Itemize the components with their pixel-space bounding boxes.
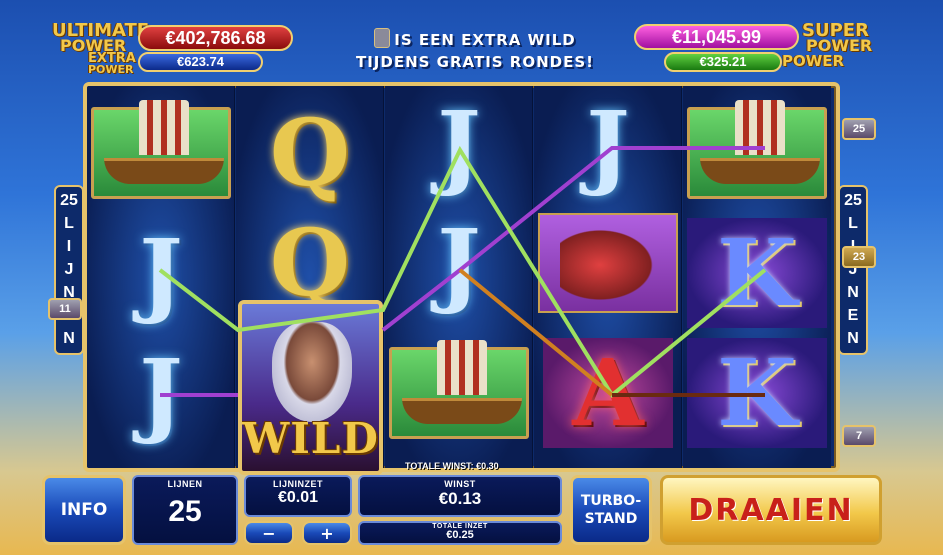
j-symbol: J — [139, 339, 183, 447]
line-bet-value: €0.01 — [277, 489, 319, 506]
wild-symbol: WILD — [238, 300, 383, 475]
line-badge-25[interactable]: 25 — [842, 118, 876, 140]
ship-symbol — [389, 334, 529, 452]
extra-wild-promo: IS EEN EXTRA WILD TIJDENS GRATIS RONDES! — [355, 28, 595, 73]
j-symbol: J — [139, 219, 183, 327]
promo-line-1: IS EEN EXTRA WILD — [394, 31, 576, 49]
win-value: €0.13 — [438, 489, 482, 508]
total-bet-panel: TOTALE INZET €0.25 — [358, 521, 562, 545]
reel-1: J J — [87, 86, 235, 468]
lines-side-panel-right: 25 L I J N E N — [838, 185, 868, 355]
reel-4: J A — [534, 86, 682, 468]
extra-title-2: POWER — [88, 63, 134, 76]
ultimate-value: €402,786.68 — [138, 25, 293, 51]
turbo-line-1: TURBO- — [580, 493, 642, 509]
line-badge-23[interactable]: 23 — [842, 246, 876, 268]
win-label: WINST — [444, 479, 476, 489]
zeus-face-icon — [272, 322, 352, 422]
j-symbol: J — [437, 209, 481, 317]
zeus-icon — [374, 28, 391, 48]
increase-bet-button[interactable]: + — [302, 521, 352, 545]
reel-area[interactable]: J J Q Q J J J A K K — [83, 82, 840, 472]
line-bet-panel: LIJNINZET €0.01 — [244, 475, 352, 517]
win-panel: WINST €0.13 — [358, 475, 562, 517]
lines-value: 25 — [168, 495, 202, 528]
j-symbol: J — [437, 91, 481, 199]
ship-symbol — [687, 94, 827, 212]
extra-value: €623.74 — [138, 52, 263, 72]
promo-line-2: TIJDENS GRATIS RONDES! — [355, 53, 594, 71]
k-symbol: K — [687, 334, 827, 452]
reel-3: J J — [385, 86, 533, 468]
decrease-bet-button[interactable]: − — [244, 521, 294, 545]
q-symbol: Q — [269, 99, 351, 207]
reel-5: K K — [683, 86, 831, 468]
turbo-mode-button[interactable]: TURBO- STAND — [570, 475, 652, 545]
total-bet-value: €0.25 — [446, 529, 474, 541]
control-bar: INFO LIJNEN 25 LIJNINZET €0.01 − + WINST… — [40, 470, 885, 555]
power-value: €325.21 — [664, 52, 782, 72]
lines-side-panel-left: 25 L I J N E N — [54, 185, 84, 355]
info-button[interactable]: INFO — [42, 475, 126, 545]
line-bet-label: LIJNINZET — [272, 479, 323, 489]
j-symbol: J — [586, 91, 630, 199]
k-symbol: K — [687, 214, 827, 332]
wild-label: WILD — [242, 414, 379, 463]
lines-panel: LIJNEN 25 — [132, 475, 238, 545]
ship-symbol — [91, 94, 231, 212]
line-badge-11[interactable]: 11 — [48, 298, 82, 320]
lines-label: LIJNEN — [167, 479, 203, 489]
turbo-line-2: STAND — [584, 511, 638, 527]
eagle-symbol — [538, 204, 678, 322]
line-badge-7[interactable]: 7 — [842, 425, 876, 447]
power-title: POWER — [782, 52, 845, 70]
a-symbol: A — [538, 334, 678, 452]
spin-button[interactable]: DRAAIEN — [660, 475, 882, 545]
super-value: €11,045.99 — [634, 24, 799, 50]
